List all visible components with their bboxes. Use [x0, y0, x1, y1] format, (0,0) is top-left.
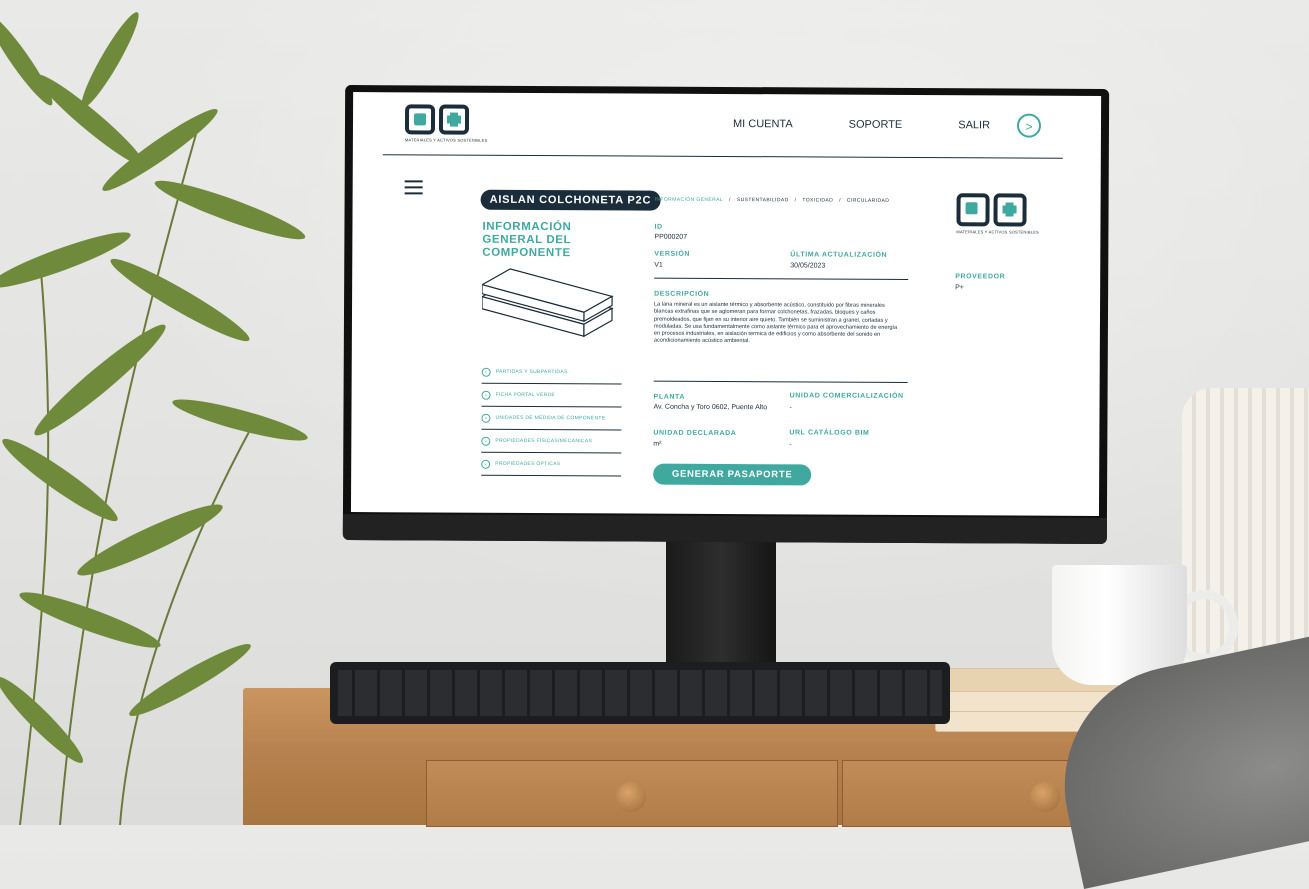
plant-value: Av. Concha y Toro 0602, Puente Alto [653, 403, 768, 412]
logo-cross-icon [438, 104, 470, 135]
keyboard [330, 662, 950, 724]
plant-label: PLANTA [653, 393, 686, 401]
declared-unit-label: UNIDAD DECLARADA [653, 429, 737, 438]
logo-p-icon [404, 104, 436, 135]
provider-label: PROVEEDOR [955, 273, 1006, 281]
declared-unit-value: m² [653, 440, 662, 448]
logo-p-icon [956, 193, 990, 227]
side-accordion: ⌄ PARTIDAS Y SUBPARTIDAS ⌄ FICHA PORTAL … [481, 360, 622, 477]
tab-circularidad[interactable]: CIRCULARIDAD [847, 198, 889, 204]
chevron-down-icon: ⌄ [481, 367, 491, 377]
chevron-down-icon: ⌄ [481, 459, 491, 469]
commercial-unit-label: UNIDAD COMERCIALIZACIÓN [789, 392, 904, 400]
updated-label: ÚLTIMA ACTUALIZACIÓN [790, 251, 888, 259]
id-label: ID [654, 223, 663, 231]
bim-url-label: URL CATÁLOGO BIM [789, 429, 870, 437]
section-title: INFORMACIÓN GENERAL DEL COMPONENTE [482, 220, 572, 260]
divider [653, 380, 908, 383]
tab-sustentabilidad[interactable]: SUSTENTABILIDAD [737, 197, 789, 203]
description-text: La lana mineral es un aislante térmico y… [653, 301, 898, 345]
description-label: DESCRIPCIÓN [654, 290, 710, 298]
logo-cross-icon [993, 193, 1027, 227]
tab-informacion-general[interactable]: INFORMACIÓN GENERAL [655, 197, 723, 203]
tab-toxicidad[interactable]: TOXICIDAD [802, 197, 833, 203]
component-name-badge: AISLAN COLCHONETA P2C [480, 189, 661, 211]
nav-salir[interactable]: SALIR [958, 119, 990, 131]
monitor-stand [666, 540, 776, 665]
logo-tagline: MATERIALES Y ACTIVOS SOSTENIBLES [404, 137, 488, 143]
id-value: PP000207 [654, 233, 688, 241]
bim-url-value[interactable]: - [789, 441, 791, 449]
generate-passport-button[interactable]: GENERAR PASAPORTE [653, 463, 812, 486]
updated-value: 30/05/2023 [790, 262, 826, 270]
monitor: MATERIALES Y ACTIVOS SOSTENIBLES MI CUEN… [342, 85, 1110, 544]
provider-value: P+ [955, 284, 964, 292]
chevron-down-icon: ⌄ [481, 390, 491, 400]
monitor-chin [342, 513, 1107, 544]
nav-mi-cuenta[interactable]: MI CUENTA [733, 118, 793, 130]
insulation-slab-illustration [481, 268, 614, 338]
divider [654, 277, 909, 280]
arrow-right-icon[interactable]: > [1016, 113, 1042, 138]
top-nav: MI CUENTA SOPORTE SALIR [733, 118, 990, 131]
chevron-down-icon: ⌄ [481, 436, 491, 446]
accordion-propiedades-opticas[interactable]: ⌄ PROPIEDADES ÓPTICAS [481, 452, 622, 477]
nav-soporte[interactable]: SOPORTE [849, 119, 903, 131]
hamburger-menu-icon[interactable] [404, 180, 423, 198]
accordion-propiedades-fisicas[interactable]: ⌄ PROPIEDADES FÍSICAS/MECÁNICAS [481, 429, 622, 454]
commercial-unit-value: - [789, 404, 792, 412]
brand-logo[interactable]: MATERIALES Y ACTIVOS SOSTENIBLES [404, 104, 488, 152]
chevron-down-icon: ⌄ [481, 413, 491, 423]
provider-logo: MATERIALES Y ACTIVOS SOSTENIBLES [956, 193, 1039, 235]
drawer-knob [616, 782, 646, 812]
accordion-unidades-medida[interactable]: ⌄ UNIDADES DE MEDIDA DE COMPONENTE [481, 406, 622, 431]
drawer-knob [1030, 782, 1060, 812]
breadcrumb-tabs: INFORMACIÓN GENERAL / SUSTENTABILIDAD / TOXI… [654, 196, 890, 204]
nav-divider [382, 154, 1063, 159]
version-value: V1 [654, 261, 663, 269]
version-label: VERSIÓN [654, 250, 691, 258]
accordion-ficha-portal-verde[interactable]: ⌄ FICHA PORTAL VERDE [481, 383, 622, 408]
screen: MATERIALES Y ACTIVOS SOSTENIBLES MI CUEN… [350, 92, 1102, 516]
logo-tagline: MATERIALES Y ACTIVOS SOSTENIBLES [956, 229, 1039, 235]
accordion-partidas[interactable]: ⌄ PARTIDAS Y SUBPARTIDAS [481, 360, 622, 385]
